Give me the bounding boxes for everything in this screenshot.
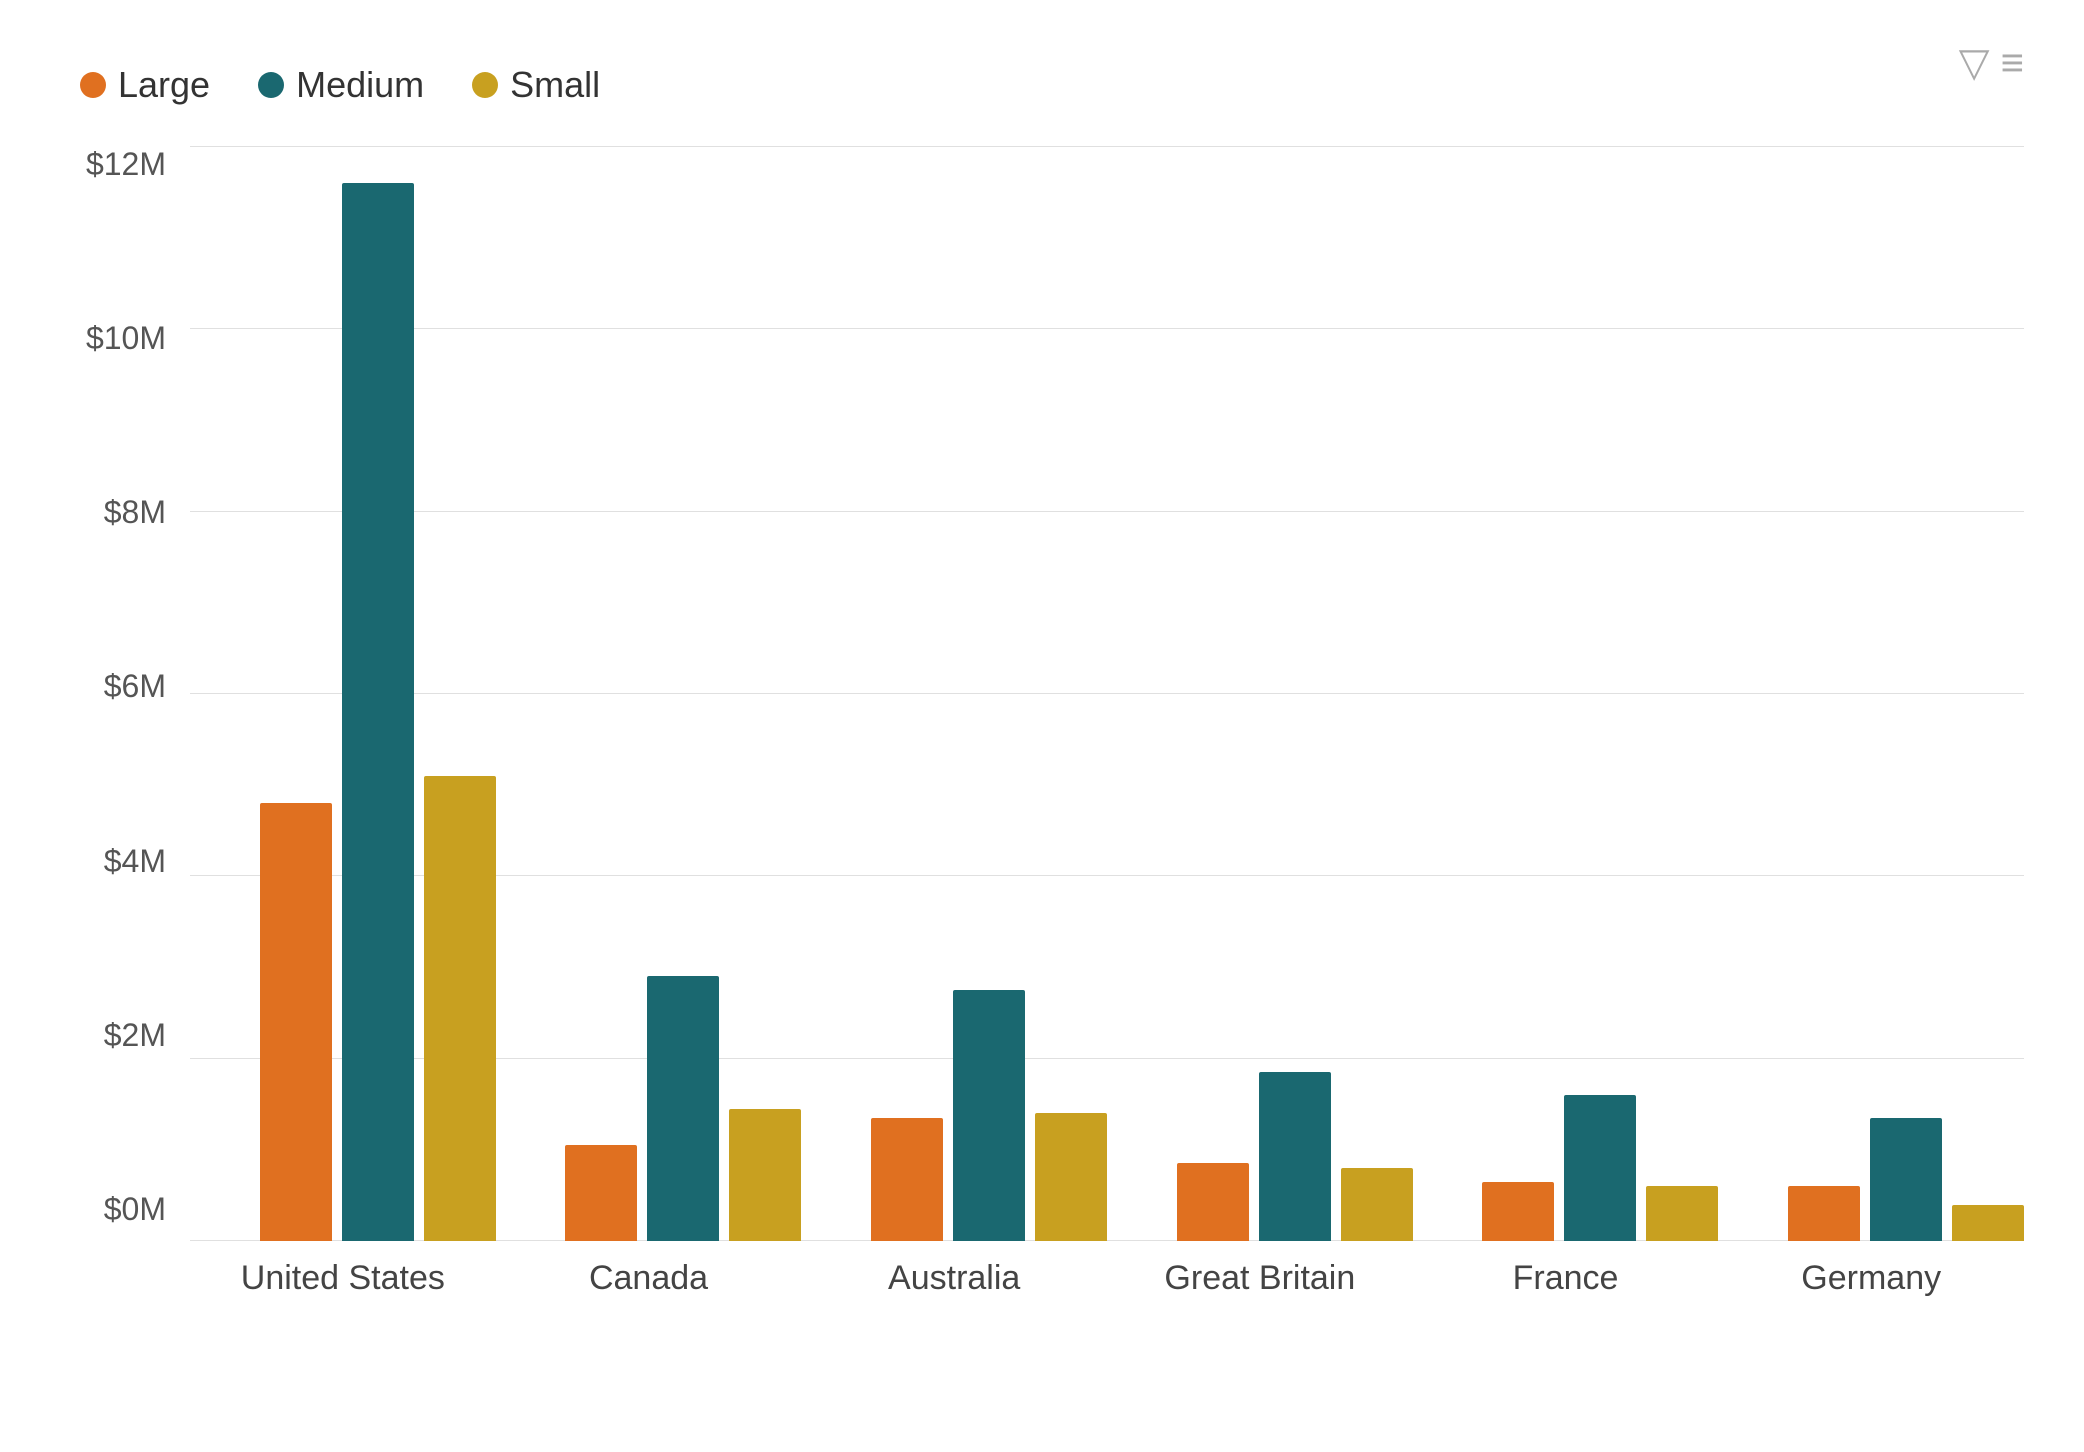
x-label-canada: Canada [496,1241,802,1298]
legend-label-medium: Medium [296,64,424,106]
bar-medium-great-britain[interactable] [1259,1072,1331,1241]
legend: Large Medium Small [80,64,2024,106]
bar-small-canada[interactable] [729,1109,801,1241]
bar-medium-germany[interactable] [1870,1118,1942,1241]
bar-small-germany[interactable] [1952,1205,2024,1242]
bar-large-great-britain[interactable] [1177,1163,1249,1241]
grid-and-bars [190,146,2024,1241]
y-axis-label: $0M [104,1191,166,1228]
bar-large-france[interactable] [1482,1182,1554,1241]
bar-small-united-states[interactable] [424,776,496,1241]
legend-item-medium: Medium [258,64,424,106]
country-group-australia [801,146,1107,1241]
bar-large-united-states[interactable] [260,803,332,1241]
y-axis-label: $2M [104,1017,166,1054]
bar-large-canada[interactable] [565,1145,637,1241]
legend-item-small: Small [472,64,600,106]
groups-row [190,146,2024,1241]
y-axis: $0M $2M $4M $6M $8M $10M $12M [80,146,190,1298]
bar-medium-canada[interactable] [647,976,719,1241]
x-label-germany: Germany [1718,1241,2024,1298]
bar-large-australia[interactable] [871,1118,943,1241]
chart-container: Large Medium Small ▽ ≡ $0M $2M $4M $6M $8M $1… [0,0,2084,1452]
country-group-germany [1718,146,2024,1241]
y-axis-label: $4M [104,843,166,880]
x-label-australia: Australia [801,1241,1107,1298]
x-label-united-states: United States [190,1241,496,1298]
legend-dot-small [472,72,498,98]
bar-large-germany[interactable] [1788,1186,1860,1241]
bar-small-france[interactable] [1646,1186,1718,1241]
bar-small-australia[interactable] [1035,1113,1107,1241]
country-group-canada [496,146,802,1241]
y-axis-label: $8M [104,494,166,531]
x-labels: United StatesCanadaAustraliaGreat Britai… [190,1241,2024,1298]
country-group-france [1413,146,1719,1241]
y-axis-label: $6M [104,668,166,705]
bar-small-great-britain[interactable] [1341,1168,1413,1241]
legend-dot-large [80,72,106,98]
legend-item-large: Large [80,64,210,106]
x-label-france: France [1413,1241,1719,1298]
chart-area: $0M $2M $4M $6M $8M $10M $12M United StatesCan… [80,146,2024,1298]
bar-medium-united-states[interactable] [342,183,414,1242]
y-axis-label: $10M [86,320,166,357]
y-axis-label: $12M [86,146,166,183]
country-group-great-britain [1107,146,1413,1241]
bar-medium-australia[interactable] [953,990,1025,1241]
filter-icon[interactable]: ▽ ≡ [1959,40,2024,86]
x-label-great-britain: Great Britain [1107,1241,1413,1298]
legend-label-large: Large [118,64,210,106]
legend-dot-medium [258,72,284,98]
bars-wrapper: United StatesCanadaAustraliaGreat Britai… [190,146,2024,1298]
bar-medium-france[interactable] [1564,1095,1636,1241]
country-group-united-states [190,146,496,1241]
legend-label-small: Small [510,64,600,106]
